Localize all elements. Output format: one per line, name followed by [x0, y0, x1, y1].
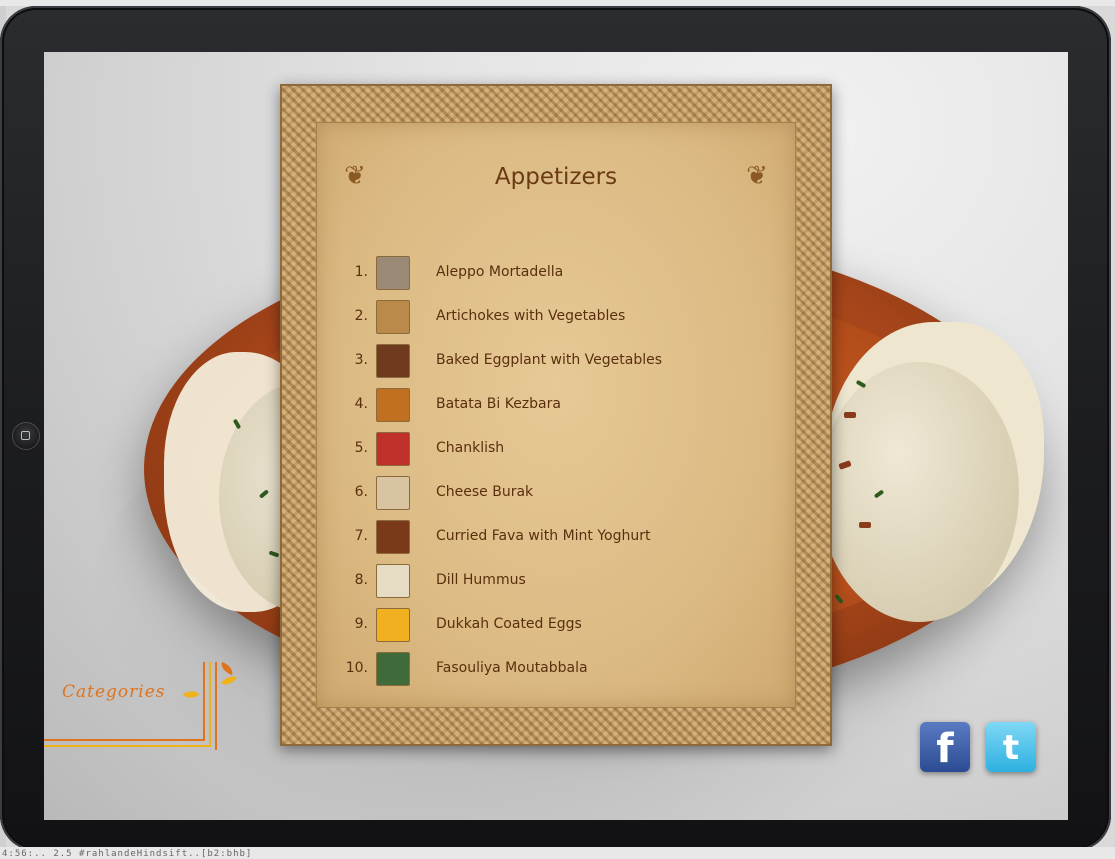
menu-card: ❦ ❦ Appetizers 1. Aleppo Mortadella 2. A… — [280, 84, 832, 746]
categories-button[interactable]: Categories — [62, 682, 166, 702]
twitter-icon: t — [1002, 728, 1020, 768]
item-number: 3. — [354, 352, 368, 368]
item-number: 4. — [354, 396, 368, 412]
desktop-strip-bottom: 4:56:.. 2.5 #rahlandeHindsift..[b2:bhb] — [0, 847, 1115, 859]
item-number: 5. — [354, 440, 368, 456]
recipe-name[interactable]: Dukkah Coated Eggs — [436, 616, 582, 632]
background-hummus-right — [819, 362, 1019, 622]
item-number: 9. — [354, 616, 368, 632]
recipe-name[interactable]: Dill Hummus — [436, 572, 526, 588]
recipe-thumbnail[interactable] — [376, 344, 410, 378]
recipe-thumbnail[interactable] — [376, 564, 410, 598]
item-number: 6. — [354, 484, 368, 500]
recipe-name[interactable]: Curried Fava with Mint Yoghurt — [436, 528, 650, 544]
recipe-name[interactable]: Chanklish — [436, 440, 504, 456]
recipe-list-item[interactable]: 1. Aleppo Mortadella — [282, 254, 830, 290]
item-number: 1. — [354, 264, 368, 280]
status-strip-text: 4:56:.. 2.5 #rahlandeHindsift..[b2:bhb] — [2, 849, 253, 859]
recipe-name[interactable]: Artichokes with Vegetables — [436, 308, 625, 324]
recipe-list-item[interactable]: 5. Chanklish — [282, 430, 830, 466]
recipe-thumbnail[interactable] — [376, 432, 410, 466]
recipe-list-item[interactable]: 10. Fasouliya Moutabbala — [282, 650, 830, 686]
item-number: 7. — [354, 528, 368, 544]
recipe-list-item[interactable]: 4. Batata Bi Kezbara — [282, 386, 830, 422]
recipe-thumbnail[interactable] — [376, 608, 410, 642]
twitter-button[interactable]: t — [986, 722, 1036, 772]
garnish — [844, 412, 856, 418]
facebook-icon: f — [936, 726, 954, 772]
recipe-list-item[interactable]: 2. Artichokes with Vegetables — [282, 298, 830, 334]
recipe-name[interactable]: Baked Eggplant with Vegetables — [436, 352, 662, 368]
tablet-frame: ❦ ❦ Appetizers 1. Aleppo Mortadella 2. A… — [0, 6, 1111, 851]
recipe-name[interactable]: Cheese Burak — [436, 484, 533, 500]
item-number: 8. — [354, 572, 368, 588]
recipe-thumbnail[interactable] — [376, 300, 410, 334]
recipe-thumbnail[interactable] — [376, 652, 410, 686]
app-screen: ❦ ❦ Appetizers 1. Aleppo Mortadella 2. A… — [44, 52, 1068, 820]
recipe-name[interactable]: Fasouliya Moutabbala — [436, 660, 588, 676]
recipe-thumbnail[interactable] — [376, 520, 410, 554]
page-title: Appetizers — [494, 164, 618, 190]
item-number: 10. — [345, 660, 368, 676]
recipe-thumbnail[interactable] — [376, 256, 410, 290]
recipe-name[interactable]: Aleppo Mortadella — [436, 264, 563, 280]
home-button[interactable] — [12, 422, 40, 450]
recipe-thumbnail[interactable] — [376, 388, 410, 422]
recipe-list-item[interactable]: 3. Baked Eggplant with Vegetables — [282, 342, 830, 378]
garnish — [859, 522, 871, 528]
recipe-list-item[interactable]: 8. Dill Hummus — [282, 562, 830, 598]
recipe-list-item[interactable]: 9. Dukkah Coated Eggs — [282, 606, 830, 642]
item-number: 2. — [354, 308, 368, 324]
recipe-list-item[interactable]: 6. Cheese Burak — [282, 474, 830, 510]
categories-frame-lines — [44, 662, 217, 750]
recipe-name[interactable]: Batata Bi Kezbara — [436, 396, 561, 412]
home-square-icon — [21, 431, 30, 440]
facebook-button[interactable]: f — [920, 722, 970, 772]
recipe-list-item[interactable]: 7. Curried Fava with Mint Yoghurt — [282, 518, 830, 554]
recipe-thumbnail[interactable] — [376, 476, 410, 510]
